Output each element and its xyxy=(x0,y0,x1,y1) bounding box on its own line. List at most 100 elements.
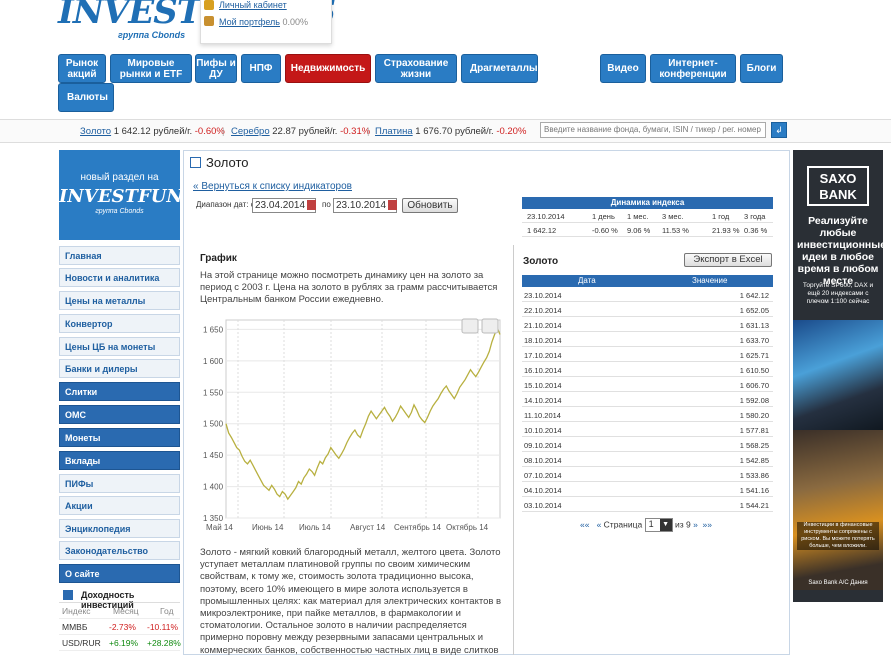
dynamics-title: Динамика индекса xyxy=(522,197,773,209)
table-row: 21.10.2014 1 631.13 xyxy=(522,317,773,332)
sidebar-item[interactable]: Цены на металлы xyxy=(59,291,180,310)
dynamics-value: 1 642.12 xyxy=(527,226,557,235)
nav-pif[interactable]: Пифы и ДУ xyxy=(195,54,237,83)
pager-last[interactable]: »» xyxy=(703,519,712,529)
promo-sub: группа Cbonds xyxy=(95,208,144,215)
nav-world-markets[interactable]: Мировые рынки и ETF xyxy=(110,54,192,83)
nav-stocks[interactable]: Рынок акций xyxy=(58,54,106,83)
sidebar-item[interactable]: Акции xyxy=(59,496,180,515)
article-text: Золото - мягкий ковкий благородный метал… xyxy=(200,547,502,655)
pager-next[interactable]: » xyxy=(693,519,698,529)
x-tick-label: Июль 14 xyxy=(299,523,331,532)
pager-first[interactable]: «« xyxy=(580,519,589,529)
search-input[interactable]: Введите название фонда, бумаги, ISIN / т… xyxy=(540,122,766,138)
income-col-year: Год xyxy=(160,606,174,616)
table-row: 10.10.2014 1 577.81 xyxy=(522,422,773,437)
nav-blogs[interactable]: Блоги xyxy=(740,54,783,83)
row-value: 1 642.12 xyxy=(739,291,769,300)
page-select-value: 1 xyxy=(648,519,654,529)
values-header: Дата Значение xyxy=(522,275,773,287)
ticker-gold-link[interactable]: Золото xyxy=(80,126,111,137)
pager-prev[interactable]: « xyxy=(597,519,602,529)
chevron-down-icon: ▼ xyxy=(659,519,672,531)
portfolio-row: Мой портфель 0.00% xyxy=(219,17,308,27)
sidebar-item[interactable]: Энциклопедия xyxy=(59,519,180,538)
nav-insurance[interactable]: Страхование жизни xyxy=(375,54,457,83)
sidebar-item[interactable]: Монеты xyxy=(59,428,180,447)
row-date: 04.10.2014 xyxy=(524,486,562,495)
table-row: 16.10.2014 1 610.50 xyxy=(522,362,773,377)
y-tick-label: 1 400 xyxy=(203,483,224,492)
row-value: 1 544.21 xyxy=(739,501,769,510)
portfolio-link[interactable]: Мой портфель xyxy=(219,17,280,27)
search-submit-icon[interactable]: ↲ xyxy=(771,122,787,138)
update-button[interactable]: Обновить xyxy=(402,198,458,213)
sidebar-item[interactable]: Новости и аналитика xyxy=(59,268,180,287)
sidebar-item[interactable]: Конвертор xyxy=(59,314,180,333)
col-date: Дата xyxy=(578,276,596,285)
income-year: -10.11% xyxy=(147,622,179,632)
row-value: 1 592.08 xyxy=(739,396,769,405)
promo-logo: INVESTFUNDS xyxy=(59,186,212,207)
calendar-icon[interactable] xyxy=(388,200,397,210)
dynamics-header: 23.10.2014 1 день 1 мес. 3 мес. 1 год 3 года xyxy=(522,209,773,223)
x-tick-label: Август 14 xyxy=(350,523,386,532)
sidebar-item[interactable]: Слитки xyxy=(59,382,180,401)
row-date: 10.10.2014 xyxy=(524,426,562,435)
ticker-platinum-link[interactable]: Платина xyxy=(375,126,413,137)
dynamics-value: 9.06 % xyxy=(627,226,651,235)
export-excel-button[interactable]: Экспорт в Excel xyxy=(684,253,772,267)
indicator-icon xyxy=(190,157,201,168)
sidebar-item[interactable]: Главная xyxy=(59,246,180,265)
ticker-gold: Золото 1 642.12 рублей/г. -0.60% xyxy=(80,126,225,137)
promo-banner[interactable]: новый раздел на INVESTFUNDS группа Cbond… xyxy=(59,150,212,240)
table-row: 15.10.2014 1 606.70 xyxy=(522,377,773,392)
row-date: 08.10.2014 xyxy=(524,456,562,465)
nav-npf[interactable]: НПФ xyxy=(241,54,281,83)
nav-realty[interactable]: Недвижимость xyxy=(285,54,371,83)
row-date: 21.10.2014 xyxy=(524,321,562,330)
nav-conferences[interactable]: Интернет-конференции xyxy=(650,54,736,83)
ticker-gold-value: 1 642.12 рублей/г. xyxy=(113,126,193,137)
row-date: 07.10.2014 xyxy=(524,471,562,480)
download-icon xyxy=(481,318,499,334)
briefcase-icon xyxy=(204,16,214,26)
sidebar-item[interactable]: ПИФы xyxy=(59,474,180,493)
sidebar-item[interactable]: Цены ЦБ на монеты xyxy=(59,337,180,356)
ad-footer: Saxo Bank A/C Дания xyxy=(808,580,868,586)
y-tick-label: 1 450 xyxy=(203,451,224,460)
nav-metals[interactable]: Драгметаллы xyxy=(461,54,538,83)
row-value: 1 625.71 xyxy=(739,351,769,360)
ad-image-top xyxy=(793,320,883,430)
income-month: -2.73% xyxy=(109,622,136,632)
table-row: 23.10.2014 1 642.12 xyxy=(522,287,773,302)
nav-video[interactable]: Видео xyxy=(600,54,646,83)
logo-subtitle: группа Cbonds xyxy=(118,30,186,40)
dynamics-value: 21.93 % xyxy=(712,226,740,235)
sidebar-item[interactable]: Банки и дилеры xyxy=(59,359,180,378)
site-logo[interactable]: INVESTFUNDS группа Cbonds xyxy=(58,0,336,42)
sidebar-item[interactable]: ОМС xyxy=(59,405,180,424)
sidebar-item[interactable]: Вклады xyxy=(59,451,180,470)
sidebar-item[interactable]: О сайте xyxy=(59,564,180,583)
table-row: 04.10.2014 1 541.16 xyxy=(522,482,773,497)
graph-heading: График xyxy=(200,253,237,264)
sidebar-item[interactable]: Законодательство xyxy=(59,541,180,560)
page-select[interactable]: 1 ▼ xyxy=(644,518,673,532)
print-icon xyxy=(461,318,479,334)
ad-banner[interactable]: SAXO BANK Реализуйте любые инвестиционны… xyxy=(793,150,883,602)
calendar-icon[interactable] xyxy=(307,200,316,210)
nav-currency[interactable]: Валюты xyxy=(58,83,114,112)
row-date: 16.10.2014 xyxy=(524,366,562,375)
chart-svg: 1 350 1 400 1 450 1 500 1 550 1 600 1 650 Май 1… xyxy=(203,318,501,532)
cabinet-link[interactable]: Личный кабинет xyxy=(219,0,287,10)
y-tick-label: 1 550 xyxy=(203,388,224,397)
portfolio-value: 0.00% xyxy=(282,17,309,27)
x-tick-label: Сентябрь 14 xyxy=(394,523,442,532)
back-link[interactable]: « Вернуться к списку индикаторов xyxy=(193,181,352,192)
range-label: Диапазон дат: с xyxy=(196,200,255,209)
ticker-silver-link[interactable]: Серебро xyxy=(231,126,270,137)
income-col-index: Индекс xyxy=(62,606,91,616)
ticker-silver-change: -0.31% xyxy=(340,126,371,137)
income-col-month: Месяц xyxy=(113,606,139,616)
